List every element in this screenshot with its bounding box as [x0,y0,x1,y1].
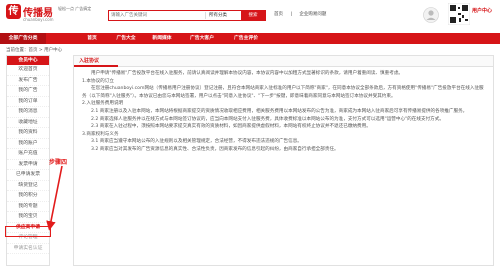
sidebar-item-points[interactable]: 我的积分 [7,191,49,202]
agreement-paragraph: 在您注册chuanboyi.com网站（传播易用户注册协议）登记注册，且符合本网… [82,86,484,99]
sidebar-item-publish-ad[interactable]: 发布广告 [7,76,49,86]
search-category-select[interactable]: 所有分类 [205,12,241,19]
sidebar-item-invoice[interactable]: 发票申请 [7,160,49,170]
site-slogan: 轻松一点 广告搞定 [58,6,92,11]
site-logo[interactable]: 传 传播易 chuanboyi.com [6,2,54,26]
sidebar-item-account[interactable]: 我的账户 [7,139,49,149]
agreement-paragraph: 2.1 商家注册以及入驻本网站，本网站将根据商家提交的资质情况收取相应费用，相关… [91,108,468,114]
sidebar-item-welcome[interactable]: 欢迎首页 [7,65,49,76]
agreement-paragraph: 3.1 商家应当遵守本网站公布的入驻规则以及相关管理规定，合法经营，不得发布违法… [91,139,302,145]
user-icon[interactable] [423,7,439,23]
user-center-link[interactable]: 用户中心 [472,8,496,14]
panel-title-underline [74,65,118,67]
logo-domain: chuanboyi.com [23,17,54,22]
sidebar-title: 会员中心 [7,56,49,65]
sidebar-item-my-orders[interactable]: 我的订单 [7,97,49,107]
sidebar-item-topics[interactable]: 我的专题 [7,202,49,212]
agreement-heading: 3.商家权利与义务 [82,131,119,137]
sidebar-item-recharge[interactable]: 账户充值 [7,149,49,160]
agreement-panel: 入驻协议 用户申请"传播易"广告投放平台在线入驻服务，前请认真阅读并理解本协议内… [73,55,494,266]
top-link-home[interactable]: 首页 [274,12,283,17]
main-nav: 全部广告分类 首页 广告大全 新闻媒体 广告大客户 广告主评价 [0,33,500,44]
agreement-paragraph: 2.3 商家在入驻过程中，须按照本网站要求提交真实有效的资质材料，如因商家提供虚… [91,124,371,130]
sidebar-item-products[interactable]: 我的宝贝 [7,212,49,223]
sidebar-item-verification[interactable]: 申请实名认证 [7,244,49,254]
agreement-paragraph: 2.2 商家选择人驻服务并以在线方式与本网站签订协议的，应当向本网站支付入驻服务… [91,116,444,122]
search-input[interactable] [111,11,203,20]
top-bar: 传 传播易 chuanboyi.com 轻松一点 广告搞定 所有分类 搜索 首页… [0,0,500,34]
sidebar-item-stockout[interactable]: 缺货登记 [7,181,49,191]
sidebar-item-messages[interactable]: 我的消息 [7,107,49,118]
sidebar-item-invoice-history[interactable]: 已申请发票 [7,170,49,181]
agreement-paragraph: 用户申请"传播易"广告投放平台在线入驻服务，前请认真阅读并理解本协议内容，本协议… [91,71,404,76]
search-button[interactable]: 搜索 [241,11,265,20]
search-bar: 所有分类 搜索 [108,10,266,21]
nav-news-media[interactable]: 新闻媒体 [146,33,178,44]
sidebar-item-addresses[interactable]: 收藏地址 [7,118,49,128]
top-links: 首页 | 企业购易问题 [274,11,332,17]
nav-reviews[interactable]: 广告主评价 [226,33,266,44]
agreement-paragraph: 3.2 商家应当对其发布的广告资源信息的真实性、合法性负责，因商家发布的信息引起… [91,146,339,152]
agreement-heading: 2.入驻服务费用说明 [82,101,124,107]
nav-big-clients[interactable]: 广告大客户 [182,33,222,44]
sidebar-item-profile[interactable]: 我的资料 [7,128,49,139]
sidebar-item-my-ads[interactable]: 我的广告 [7,86,49,97]
top-link-separator: | [290,12,292,17]
agreement-heading: 1.本协议的订立 [82,78,114,84]
nav-all-categories[interactable]: 全部广告分类 [0,33,46,44]
nav-home[interactable]: 首页 [80,33,104,44]
step-annotation-label: 步骤四 [49,159,68,166]
agreement-text: 用户申请"传播易"广告投放平台在线入驻服务，前请认真阅读并理解本协议内容，本协议… [74,67,493,154]
breadcrumb: 当前位置：首页 > 用户中心 [6,48,63,53]
step-highlight-box [5,226,51,237]
qr-code-icon [448,3,470,25]
logo-mark-icon: 传 [6,4,21,19]
panel-header: 入驻协议 [74,56,493,67]
top-link-help[interactable]: 企业购易问题 [299,12,326,17]
nav-ad-list[interactable]: 广告大全 [110,33,142,44]
